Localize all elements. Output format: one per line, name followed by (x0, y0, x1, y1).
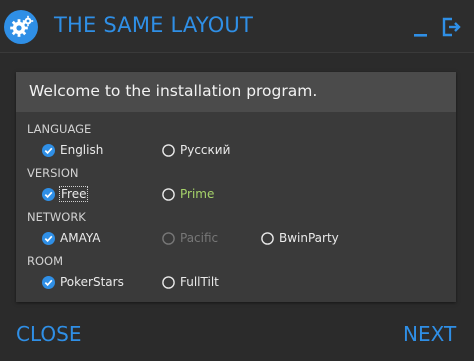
option-label: AMAYA (60, 231, 101, 245)
room-fulltilt-option[interactable]: FullTilt (162, 273, 219, 291)
language-russian-option[interactable]: Русский (162, 141, 230, 159)
radio-empty-icon (162, 143, 175, 157)
option-label: Free (58, 186, 89, 202)
welcome-heading: Welcome to the installation program. (29, 82, 318, 100)
option-label: BwinParty (279, 231, 339, 245)
gears-icon (4, 10, 38, 44)
option-label: Pacific (180, 231, 219, 245)
radio-empty-icon (162, 275, 175, 289)
option-label: PokerStars (60, 275, 124, 289)
title-divider (0, 52, 474, 53)
checked-icon (42, 143, 55, 157)
checked-icon (42, 231, 55, 245)
option-label: FullTilt (180, 275, 219, 289)
network-amaya-option[interactable]: AMAYA (42, 229, 100, 247)
radio-empty-icon (162, 231, 175, 245)
close-button[interactable]: CLOSE (16, 322, 81, 346)
exit-button[interactable] (441, 16, 461, 38)
minimize-icon (414, 34, 427, 37)
radio-empty-icon (162, 187, 175, 201)
checked-icon (42, 187, 55, 201)
minimize-button[interactable] (410, 17, 432, 39)
version-prime-option[interactable]: Prime (162, 185, 214, 203)
title-bar: THE SAME LAYOUT (0, 0, 474, 52)
network-label: NETWORK (27, 210, 86, 224)
option-label: Prime (180, 187, 215, 201)
next-button[interactable]: NEXT (403, 322, 456, 346)
version-free-option[interactable]: Free (42, 185, 89, 203)
network-bwinparty-option[interactable]: BwinParty (261, 229, 339, 247)
install-panel: Welcome to the installation program. LAN… (16, 72, 456, 302)
panel-header: Welcome to the installation program. (16, 72, 456, 112)
option-label: English (60, 143, 104, 157)
radio-empty-icon (261, 231, 274, 245)
version-label: VERSION (27, 166, 79, 180)
exit-icon (442, 17, 461, 37)
language-english-option[interactable]: English (42, 141, 103, 159)
room-pokerstars-option[interactable]: PokerStars (42, 273, 124, 291)
window-title: THE SAME LAYOUT (54, 13, 254, 37)
room-label: ROOM (27, 254, 64, 268)
option-label: Русский (180, 143, 231, 157)
checked-icon (42, 275, 55, 289)
network-pacific-option: Pacific (162, 229, 218, 247)
language-label: LANGUAGE (27, 122, 92, 136)
